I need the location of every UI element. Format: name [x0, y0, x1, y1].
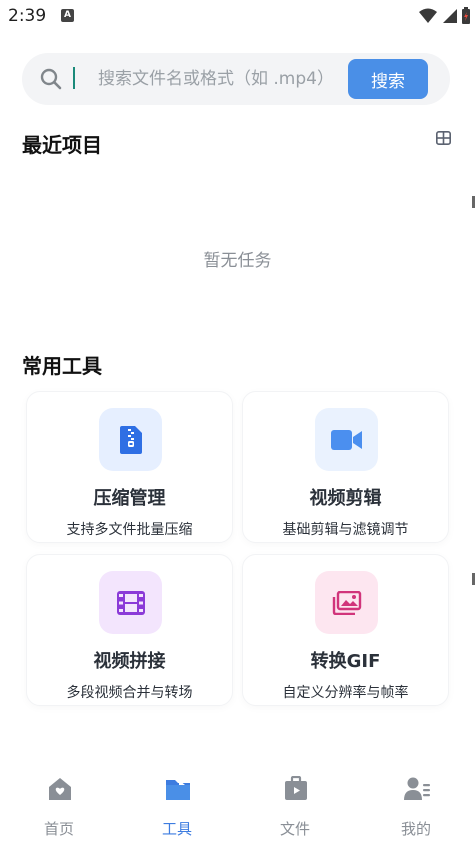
tool-name: 视频拼接 — [93, 651, 166, 672]
zip-file-icon — [119, 425, 142, 454]
tool-icon-box — [99, 571, 162, 634]
signal-icon — [443, 8, 457, 23]
tool-icon-box — [99, 408, 162, 471]
nav-label: 文件 — [279, 820, 310, 838]
text-cursor — [73, 67, 75, 89]
tool-card-video-merge[interactable]: 视频拼接 多段视频合并与转场 — [26, 554, 233, 706]
nav-item-home[interactable]: 首页 — [0, 762, 118, 844]
nav-item-files[interactable]: 文件 — [236, 762, 354, 844]
nav-label: 工具 — [161, 820, 192, 838]
empty-state-text: 暂无任务 — [203, 251, 272, 271]
file-box-icon — [285, 776, 307, 800]
nav-label: 首页 — [43, 820, 74, 838]
tool-icon-box — [315, 571, 378, 634]
tool-icon-box — [315, 408, 378, 471]
search-button[interactable]: 搜索 — [348, 59, 428, 99]
tool-desc: 多段视频合并与转场 — [66, 685, 193, 701]
status-time: 2:39 — [8, 6, 47, 26]
tool-card-compress[interactable]: 压缩管理 支持多文件批量压缩 — [26, 391, 233, 543]
notification-app-icon: A — [61, 9, 74, 22]
grid-view-icon[interactable] — [436, 131, 451, 145]
search-input[interactable] — [98, 53, 360, 105]
bottom-nav: 首页 工具 文件 我的 — [0, 762, 475, 844]
nav-item-tools[interactable]: 工具 — [118, 762, 236, 844]
profile-icon — [404, 777, 430, 800]
nav-label: 我的 — [400, 820, 431, 838]
tool-desc: 基础剪辑与滤镜调节 — [282, 522, 409, 538]
tool-card-gif-convert[interactable]: 转换GIF 自定义分辨率与帧率 — [242, 554, 449, 706]
tool-desc: 自定义分辨率与帧率 — [282, 685, 409, 701]
common-tools-title: 常用工具 — [22, 354, 102, 378]
film-strip-icon — [116, 590, 145, 615]
status-bar: 2:39 A — [0, 0, 475, 34]
folder-icon — [166, 780, 190, 800]
tool-card-video-edit[interactable]: 视频剪辑 基础剪辑与滤镜调节 — [242, 391, 449, 543]
tool-name: 压缩管理 — [93, 488, 166, 509]
tool-name: 转换GIF — [310, 651, 381, 672]
recent-projects-title: 最近项目 — [22, 133, 102, 157]
home-icon — [49, 778, 71, 800]
video-camera-icon — [330, 429, 362, 450]
status-indicators — [419, 7, 471, 24]
wifi-icon — [419, 8, 437, 23]
search-icon — [40, 68, 62, 90]
tool-desc: 支持多文件批量压缩 — [66, 522, 193, 538]
battery-icon — [462, 7, 470, 24]
nav-item-profile[interactable]: 我的 — [357, 762, 475, 844]
tool-name: 视频剪辑 — [309, 488, 382, 509]
image-gallery-icon — [332, 590, 361, 615]
